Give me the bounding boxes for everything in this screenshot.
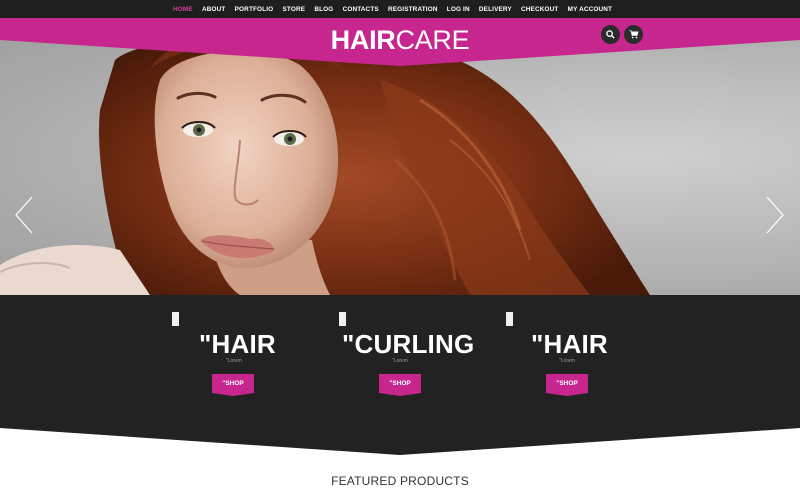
- search-button[interactable]: [601, 25, 620, 44]
- nav-item-blog[interactable]: BLOG: [314, 6, 333, 13]
- shop-button[interactable]: "SHOP: [379, 374, 421, 396]
- featured-products-title: FEATURED PRODUCTS: [331, 474, 469, 488]
- slider-next-arrow[interactable]: [765, 196, 785, 239]
- cart-button[interactable]: [624, 25, 643, 44]
- hero-image: [0, 40, 650, 295]
- nav-item-portfolio[interactable]: PORTFOLIO: [235, 6, 274, 13]
- chevron-right-icon: [766, 196, 784, 234]
- banner-tag: [339, 312, 346, 326]
- site-logo[interactable]: HAIRCARE: [0, 25, 800, 55]
- banner-tag: [506, 312, 513, 326]
- hero-slider: [0, 40, 800, 295]
- banner-subtitle: "Lorem: [392, 358, 408, 364]
- nav-menu: HOME ABOUT PORTFOLIO STORE BLOG CONTACTS…: [173, 0, 621, 19]
- slider-prev-arrow[interactable]: [14, 196, 34, 239]
- nav-item-registration[interactable]: REGISTRATION: [388, 6, 438, 13]
- nav-item-log-in[interactable]: LOG IN: [447, 6, 470, 13]
- banner-title: "CURLING: [342, 329, 475, 359]
- search-icon: [606, 30, 615, 39]
- logo-light: CARE: [395, 25, 470, 55]
- banner-subtitle: "Lorem: [559, 358, 575, 364]
- nav-item-about[interactable]: ABOUT: [202, 6, 225, 13]
- nav-item-checkout[interactable]: CHECKOUT: [521, 6, 558, 13]
- top-navigation: HOME ABOUT PORTFOLIO STORE BLOG CONTACTS…: [0, 0, 800, 19]
- nav-item-home[interactable]: HOME: [173, 6, 193, 13]
- banner-tag: [172, 312, 179, 326]
- shop-button[interactable]: "SHOP: [546, 374, 588, 396]
- nav-item-store[interactable]: STORE: [282, 6, 305, 13]
- logo-bold: HAIR: [330, 25, 396, 55]
- cart-icon: [629, 30, 639, 39]
- chevron-left-icon: [15, 196, 33, 234]
- banner-title: "HAIR: [199, 329, 276, 359]
- nav-item-delivery[interactable]: DELIVERY: [479, 6, 512, 13]
- banner-title: "HAIR: [531, 329, 608, 359]
- banner-subtitle: "Lorem: [226, 358, 242, 364]
- shop-button[interactable]: "SHOP: [212, 374, 254, 396]
- nav-item-my-account[interactable]: MY ACCOUNT: [568, 6, 612, 13]
- nav-item-contacts[interactable]: CONTACTS: [343, 6, 379, 13]
